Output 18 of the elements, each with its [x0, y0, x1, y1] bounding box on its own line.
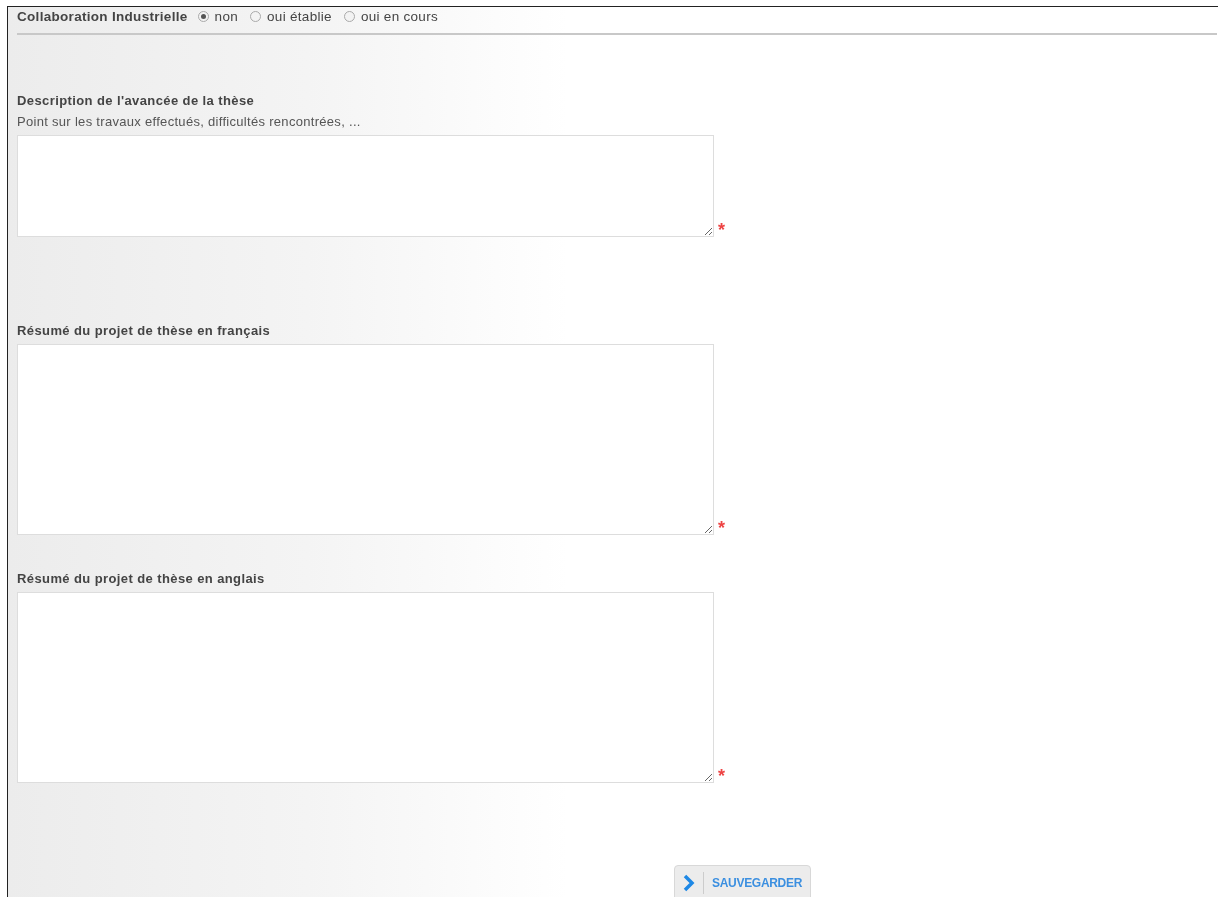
text-area[interactable] [17, 135, 714, 237]
field-label: Résumé du projet de thèse en français [17, 323, 272, 338]
text-area[interactable] [17, 592, 714, 783]
radio-label[interactable]: oui établie [267, 9, 332, 24]
field-hint: Point sur les travaux effectués, difficultés rencontrées, ... [17, 114, 362, 129]
required-mark: * [718, 518, 725, 539]
radio-button[interactable] [343, 11, 355, 22]
field-label: Résumé du projet de thèse en anglais [17, 571, 266, 586]
required-mark: * [718, 766, 725, 787]
field-label: Collaboration Industrielle [17, 9, 188, 24]
radio-button[interactable] [250, 11, 261, 22]
text-area[interactable] [17, 344, 714, 535]
field-label: Description de l'avancée de la thèse [17, 93, 256, 108]
required-mark: * [718, 220, 725, 241]
radio-label[interactable]: non [214, 9, 238, 24]
radio-button[interactable] [197, 11, 209, 22]
chevron-icon [683, 874, 695, 892]
radio-label[interactable]: oui en cours [360, 9, 439, 24]
